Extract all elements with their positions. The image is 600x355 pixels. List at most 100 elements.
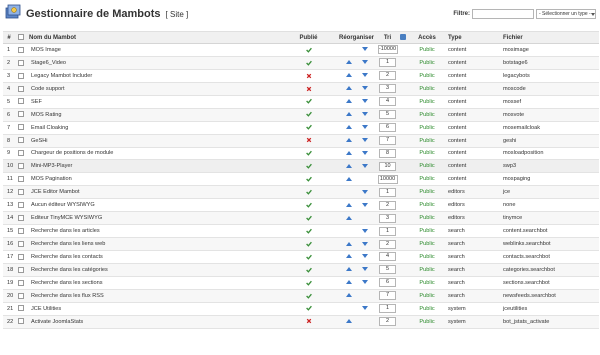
order-input[interactable]: 5 (379, 110, 396, 120)
row-reorder-up[interactable] (343, 202, 355, 208)
order-input[interactable]: -10000 (377, 45, 398, 55)
row-access[interactable]: Public (408, 250, 446, 264)
row-access[interactable]: Public (408, 172, 446, 187)
row-reorder-down[interactable] (359, 86, 371, 92)
green-check-icon[interactable] (305, 47, 312, 53)
arrow-down-icon[interactable] (361, 306, 368, 311)
row-reorder-up[interactable] (343, 138, 355, 144)
arrow-up-icon[interactable] (345, 176, 352, 181)
green-check-icon[interactable] (305, 293, 312, 299)
green-check-icon[interactable] (305, 215, 312, 221)
row-access[interactable]: Public (408, 237, 446, 251)
arrow-up-icon[interactable] (345, 99, 352, 104)
row-checkbox[interactable] (18, 111, 24, 118)
row-access[interactable]: Public (408, 69, 446, 83)
row-name[interactable]: Email Cloaking (27, 121, 281, 135)
row-reorder-up[interactable] (343, 163, 355, 169)
row-reorder-up[interactable] (343, 293, 355, 299)
green-check-icon[interactable] (305, 111, 312, 118)
green-check-icon[interactable] (305, 254, 312, 260)
row-reorder-down[interactable] (359, 189, 371, 195)
row-reorder-up[interactable] (343, 150, 355, 156)
arrow-up-icon[interactable] (345, 293, 352, 298)
green-check-icon[interactable] (305, 60, 312, 66)
row-reorder-up[interactable] (343, 267, 355, 273)
row-name[interactable]: MOS Rating (27, 108, 281, 122)
arrow-up-icon[interactable] (345, 163, 352, 168)
row-reorder-down[interactable] (359, 125, 371, 131)
row-access[interactable]: Public (408, 108, 446, 122)
row-checkbox[interactable] (18, 46, 24, 53)
row-name[interactable]: Recherche dans les contacts (27, 250, 281, 264)
arrow-down-icon[interactable] (361, 125, 368, 130)
row-access[interactable]: Public (408, 211, 446, 226)
row-access[interactable]: Public (408, 224, 446, 239)
arrow-up-icon[interactable] (345, 150, 352, 155)
row-checkbox[interactable] (18, 253, 24, 260)
row-name[interactable]: JCE Utilities (27, 302, 281, 316)
column-header-published[interactable]: Publié (281, 31, 336, 44)
row-access[interactable]: Public (408, 82, 446, 96)
save-order-icon[interactable] (400, 34, 406, 41)
row-name[interactable]: Editeur TinyMCE WYSIWYG (27, 211, 281, 226)
column-header-access[interactable]: Accès (408, 31, 446, 44)
row-reorder-down[interactable] (359, 280, 371, 286)
arrow-up-icon[interactable] (345, 241, 352, 246)
row-reorder-up[interactable] (343, 73, 355, 79)
row-reorder-down[interactable] (359, 267, 371, 273)
red-cross-icon[interactable] (306, 86, 312, 92)
arrow-down-icon[interactable] (361, 254, 368, 259)
row-reorder-up[interactable] (343, 176, 355, 182)
type-select[interactable]: - Sélectionner un type - (536, 9, 596, 19)
row-name[interactable]: Activate JoomlaStats (27, 315, 281, 329)
row-reorder-up[interactable] (343, 112, 355, 118)
row-reorder-up[interactable] (343, 215, 355, 221)
row-name[interactable]: Recherche dans les articles (27, 224, 281, 239)
row-reorder-up[interactable] (343, 254, 355, 260)
order-input[interactable]: 6 (379, 123, 396, 133)
arrow-up-icon[interactable] (345, 73, 352, 78)
order-input[interactable]: 6 (379, 278, 396, 288)
row-reorder-up[interactable] (343, 99, 355, 105)
row-reorder-down[interactable] (359, 112, 371, 118)
row-reorder-down[interactable] (359, 138, 371, 144)
green-check-icon[interactable] (305, 124, 312, 131)
arrow-up-icon[interactable] (345, 112, 352, 117)
green-check-icon[interactable] (305, 228, 312, 234)
arrow-down-icon[interactable] (361, 86, 368, 91)
row-checkbox[interactable] (18, 137, 24, 144)
row-name[interactable]: Chargeur de positions de module (27, 147, 281, 161)
row-reorder-down[interactable] (359, 150, 371, 156)
order-input[interactable]: 10 (379, 161, 396, 171)
arrow-down-icon[interactable] (361, 99, 368, 104)
row-checkbox[interactable] (18, 305, 24, 312)
red-cross-icon[interactable] (306, 73, 312, 79)
row-name[interactable]: Recherche dans les sections (27, 276, 281, 290)
green-check-icon[interactable] (305, 163, 312, 169)
column-header-reorder[interactable]: Réorganiser (336, 31, 377, 44)
row-access[interactable]: Public (408, 185, 446, 200)
row-name[interactable]: Mini-MP3-Player (27, 159, 281, 174)
order-input[interactable]: 7 (379, 136, 396, 146)
row-name[interactable]: Stage6_Video (27, 56, 281, 70)
row-access[interactable]: Public (408, 43, 446, 57)
arrow-up-icon[interactable] (345, 254, 352, 259)
row-reorder-up[interactable] (343, 125, 355, 131)
row-name[interactable]: GeSHi (27, 134, 281, 148)
arrow-down-icon[interactable] (361, 241, 368, 246)
row-reorder-down[interactable] (359, 241, 371, 247)
arrow-up-icon[interactable] (345, 125, 352, 130)
arrow-down-icon[interactable] (361, 202, 368, 207)
column-header-type[interactable]: Type (446, 31, 501, 44)
order-input[interactable]: 5 (379, 265, 396, 275)
green-check-icon[interactable] (305, 150, 312, 156)
filter-input[interactable] (472, 9, 534, 19)
column-header-file[interactable]: Fichier (501, 31, 599, 44)
order-input[interactable]: 3 (379, 84, 396, 94)
arrow-up-icon[interactable] (345, 319, 352, 324)
arrow-up-icon[interactable] (345, 280, 352, 285)
row-checkbox[interactable] (18, 150, 24, 157)
row-name[interactable]: Recherche dans les catégories (27, 263, 281, 277)
arrow-up-icon[interactable] (345, 138, 352, 143)
arrow-down-icon[interactable] (361, 60, 368, 65)
